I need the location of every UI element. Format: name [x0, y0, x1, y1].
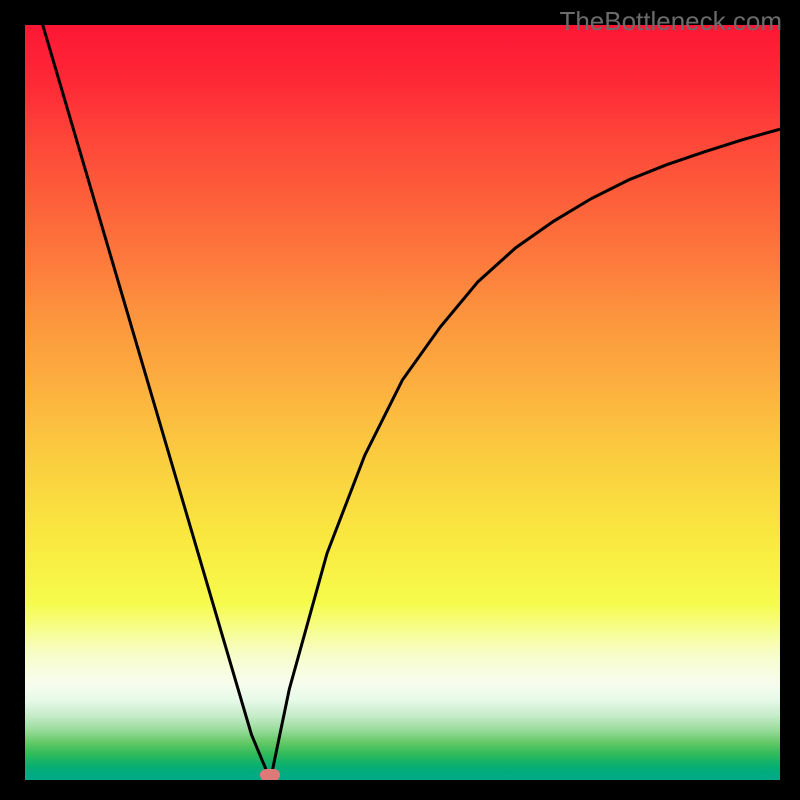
plot-area [25, 25, 780, 780]
bottleneck-curve [25, 25, 780, 780]
watermark-text: TheBottleneck.com [559, 6, 782, 37]
optimal-point-marker [260, 769, 280, 780]
